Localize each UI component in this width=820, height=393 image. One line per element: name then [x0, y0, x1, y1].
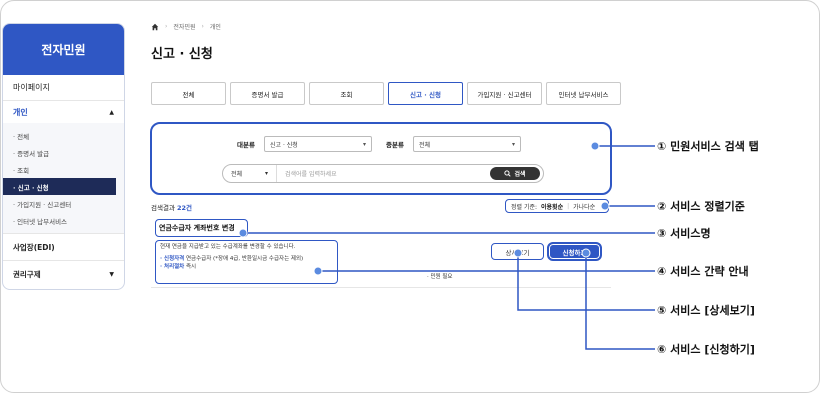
callout-service-name: ③ 서비스명	[657, 227, 711, 240]
apply-button[interactable]: 신청하기	[547, 242, 602, 261]
search-scope-select[interactable]: 전체 ▾	[223, 165, 277, 182]
sidebar-sub-list: · 전체 · 증명서 발급 · 조회 · 신고 · 신청 · 가입지원 · 신고…	[3, 123, 124, 233]
service-qualification: · 신청자격 연금수급자 (*장애 4급, 반환일시금 수급자는 제외)	[160, 255, 333, 263]
sidebar-item-rights-relief[interactable]: 권리구제 ▼	[3, 260, 124, 287]
sort-option-alphabetical[interactable]: 가나다순	[573, 202, 595, 211]
caret-up-icon: ▲	[109, 108, 114, 116]
category-tabs: 전체 증명서 발급 조회 신고 · 신청 가입지원 · 신고센터 인터넷 납부서…	[151, 82, 621, 105]
callout-sort: ② 서비스 정렬기준	[657, 200, 745, 213]
breadcrumb-item[interactable]: 전자민원	[173, 22, 195, 31]
search-button-label: 검색	[514, 171, 526, 178]
chevron-right-icon: ›	[165, 23, 168, 30]
result-count: 검색결과 22건	[151, 202, 192, 212]
select-value: 신고 · 신청	[270, 141, 298, 149]
breadcrumb-item[interactable]: 개인	[210, 22, 221, 31]
sidebar-item-personal[interactable]: 개인 ▲	[3, 101, 124, 123]
sidebar-item-label: 개인	[13, 107, 28, 117]
detail-button[interactable]: 상세보기	[491, 243, 544, 260]
qualification-label: · 신청자격	[160, 256, 185, 262]
result-divider	[151, 287, 611, 288]
search-icon	[504, 170, 512, 177]
qualification-value: 연금수급자 (*장애 4급, 반환일시금 수급자는 제외)	[186, 256, 304, 262]
search-bar: 전체 ▾ 검색어를 입력하세요 검색	[222, 164, 544, 183]
sidebar-item-label: 권리구제	[13, 269, 41, 279]
chevron-down-icon: ▾	[511, 140, 515, 148]
service-summary: 현재 연금을 지급받고 있는 수급계좌를 변경할 수 있습니다. · 신청자격 …	[155, 240, 338, 284]
sort-options: 정렬 기준: 이용횟순 | 가나다순	[505, 199, 609, 213]
search-panel: 대분류 신고 · 신청 ▾ 중분류 전체 ▾ 전체 ▾ 검색어를 입력하세요 검…	[150, 122, 612, 195]
chevron-right-icon: ›	[201, 23, 204, 30]
minor-category-label: 중분류	[386, 141, 404, 149]
sidebar-sub-item-inquiry[interactable]: · 조회	[3, 161, 116, 178]
sidebar-title: 전자민원	[3, 24, 124, 75]
callout-detail: ⑤ 서비스 [상세보기]	[657, 304, 755, 317]
tab-internet-payment[interactable]: 인터넷 납부서비스	[546, 82, 621, 105]
procedure-value: 즉시	[186, 264, 197, 270]
sidebar-sub-item-report-apply[interactable]: · 신고 · 신청	[3, 178, 116, 195]
sort-label: 정렬 기준:	[511, 203, 538, 211]
search-button[interactable]: 검색	[490, 167, 540, 180]
select-value: 전체	[231, 171, 243, 178]
major-category-label: 대분류	[237, 141, 255, 149]
sidebar-item-mypage[interactable]: 마이페이지	[3, 75, 124, 101]
home-icon[interactable]	[151, 23, 159, 31]
result-count-value: 22건	[177, 204, 193, 212]
major-category-select[interactable]: 신고 · 신청 ▾	[264, 136, 372, 152]
sort-divider: |	[567, 202, 570, 210]
sidebar-item-label: 마이페이지	[13, 83, 50, 92]
callout-apply: ⑥ 서비스 [신청하기]	[657, 343, 755, 356]
chevron-down-icon: ▾	[362, 140, 366, 148]
sidebar-sub-item-certificate[interactable]: · 증명서 발급	[3, 144, 116, 161]
sidebar-item-business[interactable]: 사업장(EDI)	[3, 233, 124, 260]
tab-all[interactable]: 전체	[151, 82, 226, 105]
callout-service-summary: ④ 서비스 간략 안내	[657, 265, 749, 278]
sidebar: 전자민원 마이페이지 개인 ▲ · 전체 · 증명서 발급 · 조회 · 신고 …	[2, 23, 125, 290]
tab-certificate[interactable]: 증명서 발급	[230, 82, 305, 105]
tab-report-apply[interactable]: 신고 · 신청	[388, 82, 463, 105]
tab-inquiry[interactable]: 조회	[309, 82, 384, 105]
minor-category-select[interactable]: 전체 ▾	[413, 136, 521, 152]
sidebar-item-label: 사업장(EDI)	[13, 242, 55, 252]
sidebar-sub-item-internet-payment[interactable]: · 인터넷 납부서비스	[3, 212, 116, 229]
sidebar-sub-item-all[interactable]: · 전체	[3, 127, 116, 144]
result-count-label: 검색결과	[151, 204, 175, 212]
tab-support-center[interactable]: 가입지원 · 신고센터	[467, 82, 542, 105]
select-value: 전체	[419, 141, 431, 149]
chevron-down-icon: ▾	[264, 170, 268, 177]
sort-option-usage[interactable]: 이용횟순	[541, 202, 563, 211]
page-title: 신고 · 신청	[151, 47, 213, 62]
caret-down-icon: ▼	[109, 270, 114, 278]
service-title[interactable]: 연금수급자 계좌번호 변경	[155, 219, 248, 237]
callout-search-tab: ① 민원서비스 검색 탭	[657, 140, 759, 153]
procedure-label: · 처리절차	[160, 264, 185, 270]
service-extra-info: · 민원 필요	[427, 274, 453, 280]
service-procedure: · 처리절차 즉시	[160, 263, 333, 271]
breadcrumb: › 전자민원 › 개인	[151, 22, 221, 31]
service-description: 현재 연금을 지급받고 있는 수급계좌를 변경할 수 있습니다.	[160, 244, 296, 250]
sidebar-sub-item-support-center[interactable]: · 가입지원 · 신고센터	[3, 195, 116, 212]
